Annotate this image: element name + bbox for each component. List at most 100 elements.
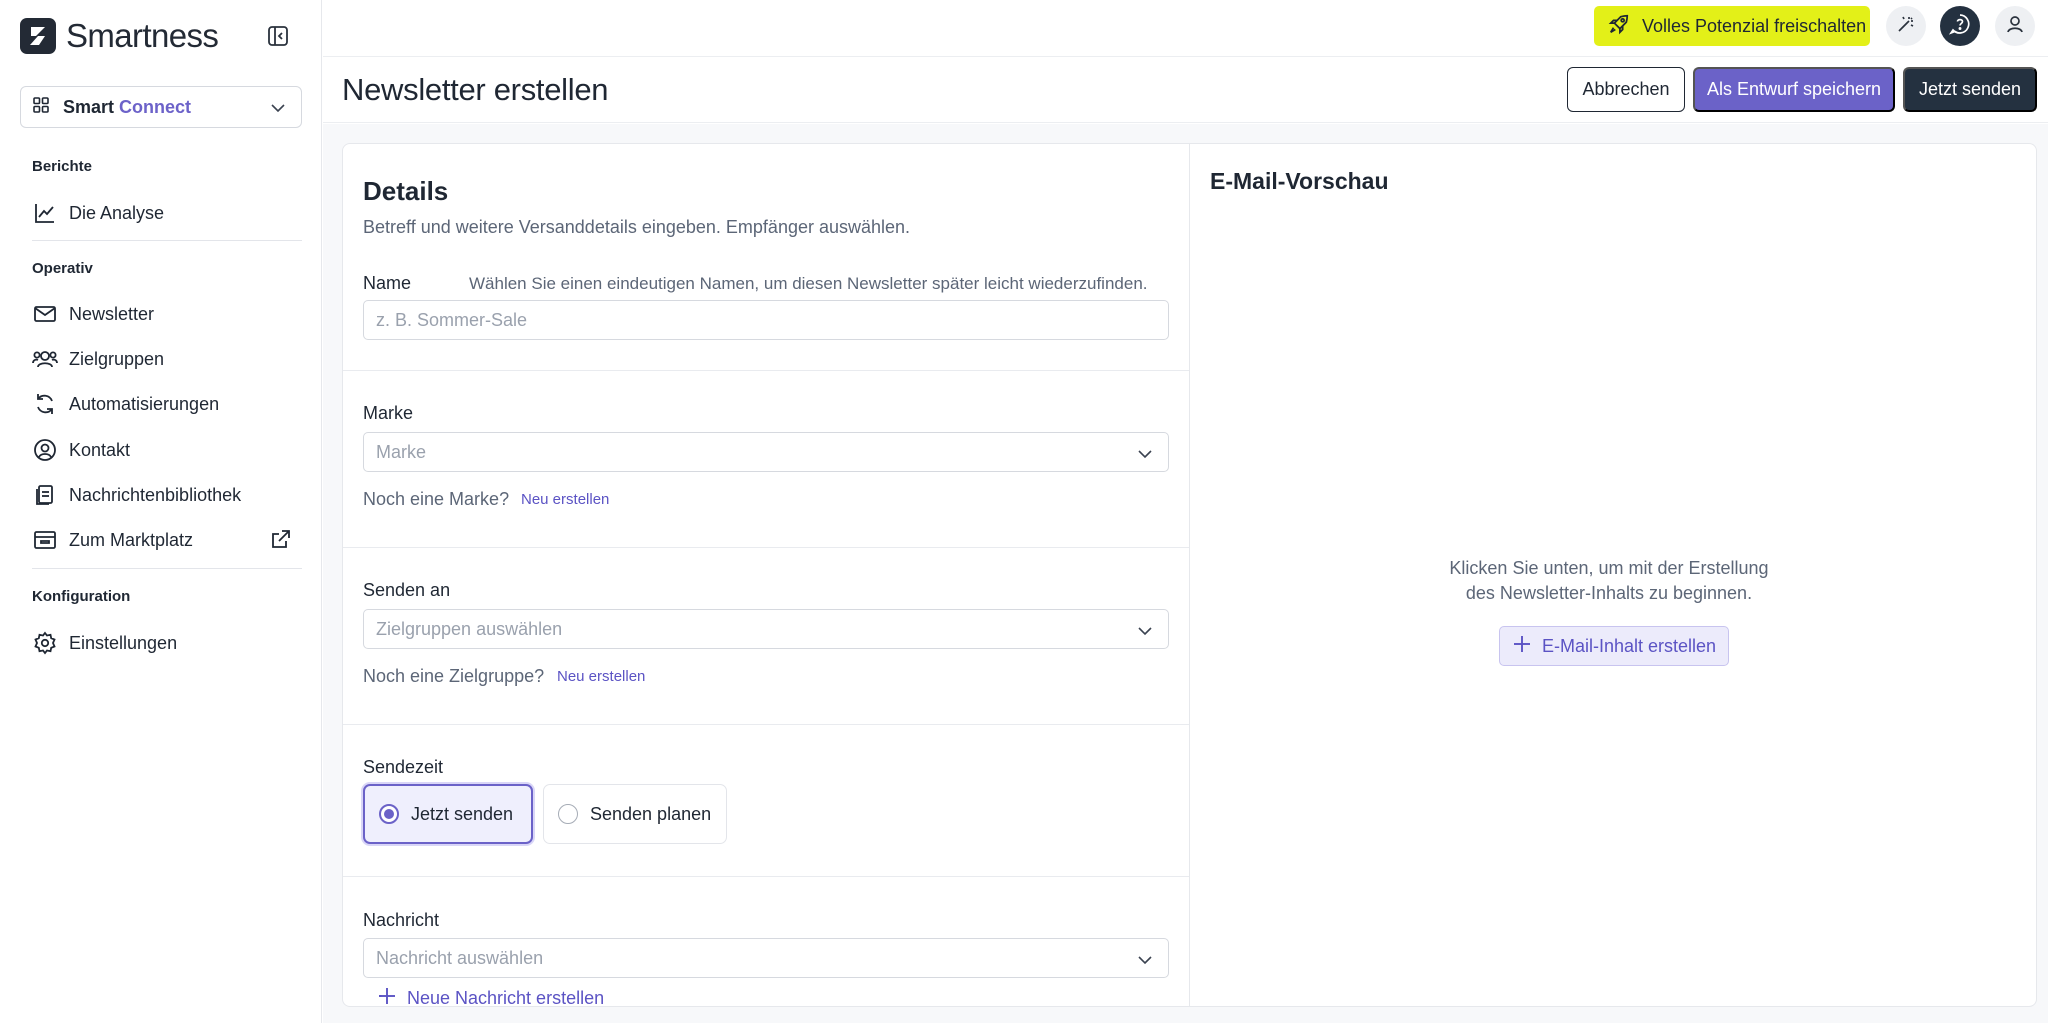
nav-divider xyxy=(32,568,302,569)
sidebar-collapse-icon[interactable] xyxy=(266,24,290,48)
message-select-placeholder: Nachricht auswählen xyxy=(376,947,544,968)
create-email-content-label: E-Mail-Inhalt erstellen xyxy=(1541,635,1717,656)
send-now-button[interactable]: Jetzt senden xyxy=(1903,67,2037,112)
mail-icon xyxy=(32,301,58,327)
recipients-select-placeholder: Zielgruppen auswählen xyxy=(376,618,563,639)
radio-checked-icon xyxy=(379,804,399,824)
column-divider xyxy=(1189,144,1190,1006)
name-field[interactable]: z. B. Sommer-Sale xyxy=(363,300,1169,340)
section-divider xyxy=(343,876,1189,877)
name-hint: Wählen Sie einen eindeutigen Namen, um d… xyxy=(469,274,1148,293)
sidebar-item-label: Kontakt xyxy=(69,439,131,460)
sidebar-item-label: Nachrichtenbibliothek xyxy=(69,484,242,505)
workspace-label-accent: Connect xyxy=(119,96,192,117)
user-circle-icon xyxy=(32,437,58,463)
create-brand-link[interactable]: Neu erstellen xyxy=(521,491,609,508)
details-title: Details xyxy=(363,176,449,206)
page-header: Newsletter erstellen Abbrechen Als Entwu… xyxy=(323,58,2048,123)
archive-icon xyxy=(32,527,58,553)
users-icon xyxy=(32,346,58,372)
chevron-down-icon xyxy=(269,99,287,122)
gear-icon xyxy=(32,630,58,656)
section-divider xyxy=(343,724,1189,725)
brand-name: Smartness xyxy=(66,17,219,54)
upgrade-button[interactable]: Volles Potenzial freischalten xyxy=(1594,6,1870,46)
name-field-placeholder: z. B. Sommer-Sale xyxy=(376,309,528,330)
external-link-icon xyxy=(270,528,292,555)
rocket-icon xyxy=(1608,13,1630,40)
sendtime-option-schedule[interactable]: Senden planen xyxy=(543,784,727,844)
brand-label: Marke xyxy=(363,403,414,423)
chevron-down-icon xyxy=(1136,445,1154,468)
sendtime-option-label: Jetzt senden xyxy=(411,803,514,824)
section-divider xyxy=(343,547,1189,548)
sidebar-item-label: Die Analyse xyxy=(69,202,165,223)
refresh-icon xyxy=(32,391,58,417)
grid-icon xyxy=(33,96,49,118)
sidebar-item-die-analyse[interactable]: Die Analyse xyxy=(32,195,302,231)
nav-divider xyxy=(32,240,302,241)
nav-section-konfiguration: Konfiguration xyxy=(32,588,131,605)
preview-empty-text: Klicken Sie unten, um mit der Erstellung… xyxy=(1399,556,1819,606)
sidebar-item-zielgruppen[interactable]: Zielgruppen xyxy=(32,341,302,377)
sidebar-item-label: Zielgruppen xyxy=(69,348,165,369)
user-icon xyxy=(2005,14,2025,39)
details-subtitle: Betreff und weitere Versanddetails einge… xyxy=(363,217,911,237)
name-label: Name xyxy=(363,273,412,293)
chart-line-icon xyxy=(32,200,58,226)
sidebar-item-newsletter[interactable]: Newsletter xyxy=(32,296,302,332)
preview-empty-line: des Newsletter-Inhalts zu beginnen. xyxy=(1465,583,1753,603)
preview-empty-line: Klicken Sie unten, um mit der Erstellung xyxy=(1449,558,1769,578)
cancel-button[interactable]: Abbrechen xyxy=(1567,67,1685,112)
sidebar-item-nachrichtenbibliothek[interactable]: Nachrichtenbibliothek xyxy=(32,477,302,513)
sidebar-item-label: Newsletter xyxy=(69,303,155,324)
message-select[interactable]: Nachricht auswählen xyxy=(363,938,1169,978)
sidebar-item-zum-marktplatz[interactable]: Zum Marktplatz xyxy=(32,522,302,558)
section-divider xyxy=(343,370,1189,371)
chevron-down-icon xyxy=(1136,951,1154,974)
new-message-button[interactable]: Neue Nachricht erstellen xyxy=(377,986,605,1007)
magic-wand-icon xyxy=(1896,14,1916,39)
recipients-label: Senden an xyxy=(363,580,451,600)
files-icon xyxy=(32,482,58,508)
topbar: Volles Potenzial freischalten xyxy=(323,0,2048,57)
recipients-note: Noch eine Zielgruppe? xyxy=(363,666,545,686)
preview-title: E-Mail-Vorschau xyxy=(1210,168,1389,194)
create-audience-link[interactable]: Neu erstellen xyxy=(557,668,645,685)
workspace-selector[interactable]: Smart Connect xyxy=(20,86,302,128)
recipients-select[interactable]: Zielgruppen auswählen xyxy=(363,609,1169,649)
sidebar-item-label: Einstellungen xyxy=(69,632,178,653)
nav-section-operativ: Operativ xyxy=(32,260,93,277)
page-title: Newsletter erstellen xyxy=(342,72,609,107)
plus-icon xyxy=(377,986,397,1006)
newsletter-form-card: Details Betreff und weitere Versanddetai… xyxy=(342,143,2037,1007)
new-message-label: Neue Nachricht erstellen xyxy=(407,988,605,1007)
sidebar-item-automatisierungen[interactable]: Automatisierungen xyxy=(32,386,302,422)
sidebar: Smartness Smart Connect Berichte Die Ana… xyxy=(0,0,322,1023)
plus-icon xyxy=(1512,634,1532,659)
chevron-down-icon xyxy=(1136,622,1154,645)
upgrade-label: Volles Potenzial freischalten xyxy=(1642,15,1867,36)
radio-unchecked-icon xyxy=(558,804,578,824)
create-email-content-button[interactable]: E-Mail-Inhalt erstellen xyxy=(1499,626,1729,666)
sendtime-label: Sendezeit xyxy=(363,757,444,777)
sidebar-item-kontakt[interactable]: Kontakt xyxy=(32,432,302,468)
brand-logo-icon xyxy=(20,18,56,54)
brand-select-placeholder: Marke xyxy=(376,441,427,462)
sendtime-option-now[interactable]: Jetzt senden xyxy=(363,784,533,844)
brand[interactable]: Smartness xyxy=(20,16,219,56)
sidebar-item-label: Automatisierungen xyxy=(69,393,220,414)
save-draft-button[interactable]: Als Entwurf speichern xyxy=(1693,67,1895,112)
brand-select[interactable]: Marke xyxy=(363,432,1169,472)
user-menu-button[interactable] xyxy=(1995,6,2035,46)
magic-wand-button[interactable] xyxy=(1886,6,1926,46)
sidebar-item-einstellungen[interactable]: Einstellungen xyxy=(32,625,302,661)
sendtime-option-label: Senden planen xyxy=(590,803,712,824)
help-icon xyxy=(1948,13,1971,40)
brand-note: Noch eine Marke? xyxy=(363,489,510,509)
message-label: Nachricht xyxy=(363,910,440,930)
workspace-label: Smart xyxy=(63,96,115,117)
sidebar-item-label: Zum Marktplatz xyxy=(69,529,194,550)
help-button[interactable] xyxy=(1940,6,1980,46)
nav-section-berichte: Berichte xyxy=(32,158,93,175)
